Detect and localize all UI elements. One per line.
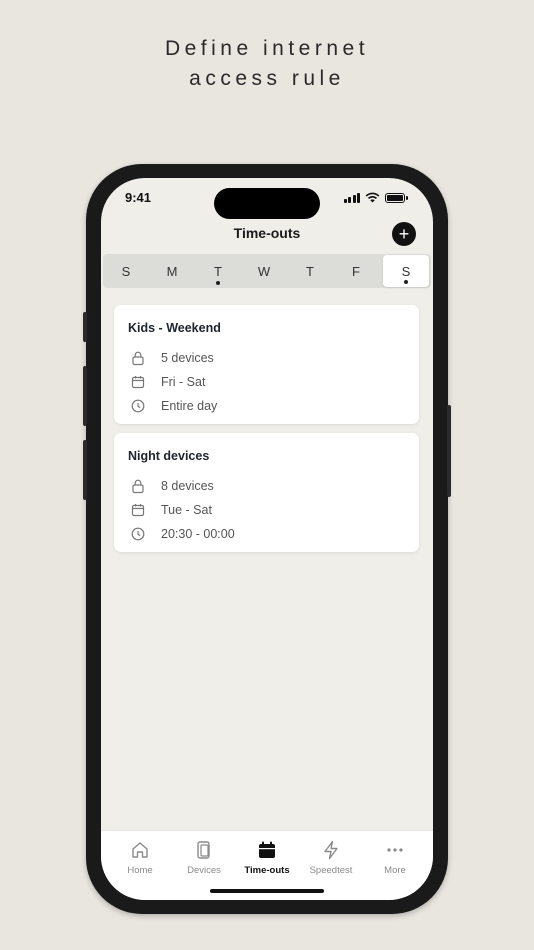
tab-time-outs[interactable]: Time-outs <box>237 839 297 876</box>
clock-icon <box>131 527 145 541</box>
rule-card[interactable]: Night devices 8 devices Tue - Sat 20:30 … <box>114 433 419 552</box>
home-indicator <box>210 889 324 893</box>
headline-line-1: Define internet <box>164 37 370 60</box>
tab-bar: Home Devices Time-outs Speedtest More <box>101 830 433 900</box>
rule-days-row: Fri - Sat <box>130 374 205 390</box>
weekday-label: T <box>306 263 314 279</box>
clock-icon <box>131 399 145 413</box>
rule-devices: 5 devices <box>161 351 214 365</box>
tab-speedtest-label: Speedtest <box>309 865 353 876</box>
rule-time-row: Entire day <box>130 398 217 414</box>
weekday-0[interactable]: S <box>103 254 149 288</box>
weekday-label: F <box>352 263 360 279</box>
calendar-icon <box>131 376 145 389</box>
calendar-icon <box>131 504 145 517</box>
lock-icon <box>132 479 144 494</box>
page-title: Time-outs <box>233 225 301 241</box>
tab-more[interactable]: More <box>365 839 425 876</box>
weekday-selector: SMTWTFS <box>103 254 431 288</box>
tab-home[interactable]: Home <box>110 839 170 876</box>
weekday-2[interactable]: T <box>195 254 241 288</box>
rule-time-row: 20:30 - 00:00 <box>130 526 235 542</box>
tab-home-label: Home <box>127 865 153 876</box>
tab-speedtest[interactable]: Speedtest <box>301 839 361 876</box>
rule-time: Entire day <box>161 399 218 413</box>
phone-power-button <box>447 405 451 497</box>
rule-indicator-dot <box>216 281 220 285</box>
rule-card[interactable]: Kids - Weekend 5 devices Fri - Sat Entir… <box>114 305 419 424</box>
rule-days: Tue - Sat <box>161 503 212 517</box>
add-rule-button[interactable]: + <box>392 222 416 246</box>
weekday-label: W <box>257 263 271 279</box>
weekday-label: M <box>166 263 178 279</box>
tab-more-label: More <box>384 865 406 876</box>
marketing-headline: Define internet access rule <box>0 34 534 94</box>
weekday-label: S <box>121 263 131 279</box>
more-icon <box>387 848 403 852</box>
phone-volume-up-button <box>83 366 87 426</box>
weekday-label: T <box>214 263 222 279</box>
rule-devices: 8 devices <box>161 479 214 493</box>
rule-days: Fri - Sat <box>161 375 206 389</box>
headline-line-2: access rule <box>189 67 345 90</box>
rule-title: Kids - Weekend <box>128 321 221 335</box>
rule-indicator-dot <box>404 280 408 284</box>
phone-volume-down-button <box>83 440 87 500</box>
rule-devices-row: 5 devices <box>130 350 214 366</box>
battery-icon <box>385 192 408 203</box>
wifi-icon <box>365 192 380 203</box>
devices-icon <box>197 841 210 859</box>
weekday-1[interactable]: M <box>149 254 195 288</box>
calendar-icon <box>259 841 275 858</box>
status-time: 9:41 <box>125 190 152 205</box>
weekday-4[interactable]: T <box>287 254 333 288</box>
lightning-icon <box>324 840 338 860</box>
app-screen: 9:41 Time-outs + S M T W T F S Kids - Weekend … <box>101 178 433 900</box>
rule-title: Night devices <box>128 449 210 463</box>
rule-days-row: Tue - Sat <box>130 502 212 518</box>
weekday-6[interactable]: S <box>383 255 429 287</box>
weekday-label: S <box>401 263 411 279</box>
tab-devices-label: Devices <box>187 865 221 876</box>
nav-header: Time-outs + <box>101 220 433 248</box>
weekday-5[interactable]: F <box>333 254 379 288</box>
dynamic-island <box>214 188 320 219</box>
weekday-3[interactable]: W <box>241 254 287 288</box>
lock-icon <box>132 351 144 366</box>
tab-time-outs-label: Time-outs <box>244 865 290 876</box>
rule-time: 20:30 - 00:00 <box>161 527 235 541</box>
status-icons <box>343 192 408 203</box>
phone-mute-button <box>83 312 87 342</box>
rule-devices-row: 8 devices <box>130 478 214 494</box>
home-icon <box>132 842 148 858</box>
tab-devices[interactable]: Devices <box>174 839 234 876</box>
cellular-signal-icon <box>343 192 360 203</box>
